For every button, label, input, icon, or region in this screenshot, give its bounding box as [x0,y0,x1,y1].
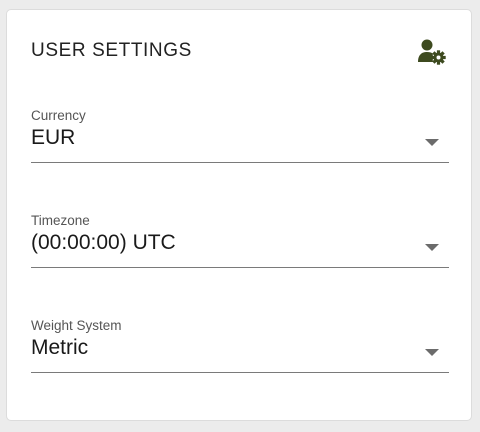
card-header: USER SETTINGS [31,38,447,70]
currency-select[interactable]: EUR [31,124,449,163]
timezone-select[interactable]: (00:00:00) UTC [31,229,449,268]
weight-system-value: Metric [31,336,89,359]
timezone-value: (00:00:00) UTC [31,231,176,254]
chevron-down-icon [425,139,439,146]
user-settings-icon[interactable] [417,38,447,66]
weight-system-select[interactable]: Metric [31,334,449,373]
card-title: USER SETTINGS [31,40,192,61]
chevron-down-icon [425,244,439,251]
chevron-down-icon [425,349,439,356]
currency-value: EUR [31,126,76,149]
weight-system-label: Weight System [31,318,122,333]
user-settings-card: USER SETTINGS Currency EUR Timezone (00:… [6,9,472,421]
currency-label: Currency [31,108,86,123]
timezone-label: Timezone [31,213,90,228]
